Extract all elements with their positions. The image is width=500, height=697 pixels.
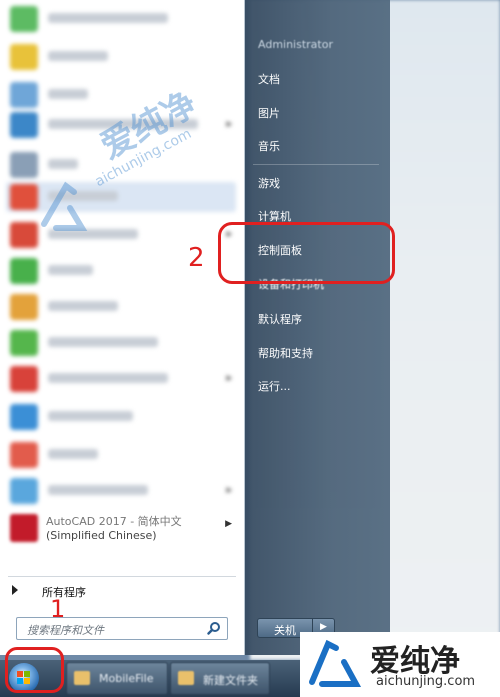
autocad-title: AutoCAD 2017 - 简体中文: [46, 515, 182, 528]
menu-item-documents[interactable]: 文档: [258, 71, 280, 87]
program-item[interactable]: [6, 328, 236, 358]
watermark-logo-icon: [309, 639, 362, 687]
annotation-step-1: 1: [50, 595, 66, 623]
all-programs-button[interactable]: 所有程序: [10, 582, 210, 602]
program-item[interactable]: ▸: [6, 364, 236, 394]
search-placeholder: 搜索程序和文件: [27, 624, 104, 637]
annotation-highlight-start: [5, 647, 64, 693]
taskbar-button-label: MobileFile: [99, 672, 154, 685]
program-item[interactable]: [6, 402, 236, 432]
folder-icon: [178, 671, 194, 685]
start-menu-right-pane: Administrator 文档 图片 音乐 游戏 计算机 控制面板 设备和打印…: [245, 0, 390, 655]
program-item[interactable]: [6, 440, 236, 470]
divider: [8, 576, 236, 577]
menu-item-games[interactable]: 游戏: [258, 175, 280, 191]
user-name: Administrator: [258, 38, 333, 51]
program-item[interactable]: [6, 292, 236, 322]
annotation-highlight-control-panel: [218, 222, 395, 284]
taskbar-button-mobilefile[interactable]: MobileFile: [66, 662, 168, 695]
triangle-right-icon: [12, 585, 18, 595]
menu-item-help-support[interactable]: 帮助和支持: [258, 345, 313, 361]
autocad-program-item[interactable]: AutoCAD 2017 - 简体中文 (Simplified Chinese)…: [6, 508, 238, 550]
watermark-corner: 爱纯净 aichunjing.com: [300, 632, 500, 697]
watermark-logo-icon: [41, 181, 88, 231]
autocad-subtitle: (Simplified Chinese): [46, 529, 157, 542]
taskbar-button-label: 新建文件夹: [203, 674, 258, 687]
search-icon[interactable]: [207, 621, 221, 635]
triangle-right-icon: ▶: [225, 519, 232, 529]
menu-item-music[interactable]: 音乐: [258, 138, 280, 154]
watermark: 爱纯净 aichunjing.com: [36, 84, 226, 248]
menu-item-run[interactable]: 运行...: [258, 378, 291, 394]
divider: [253, 164, 379, 165]
program-item[interactable]: [6, 42, 236, 72]
autocad-icon: [10, 514, 38, 542]
taskbar-button-new-folder[interactable]: 新建文件夹: [170, 662, 270, 695]
program-item[interactable]: ▸: [6, 476, 236, 506]
search-input[interactable]: 搜索程序和文件: [16, 617, 228, 640]
program-item[interactable]: [6, 4, 236, 34]
pinned-programs-list: ▸ ▸ ▸ ▸: [0, 0, 245, 570]
watermark-url: aichunjing.com: [376, 674, 476, 689]
folder-icon: [74, 671, 90, 685]
menu-item-pictures[interactable]: 图片: [258, 105, 280, 121]
chevron-right-icon: ▶: [320, 622, 327, 632]
menu-item-default-programs[interactable]: 默认程序: [258, 311, 302, 327]
